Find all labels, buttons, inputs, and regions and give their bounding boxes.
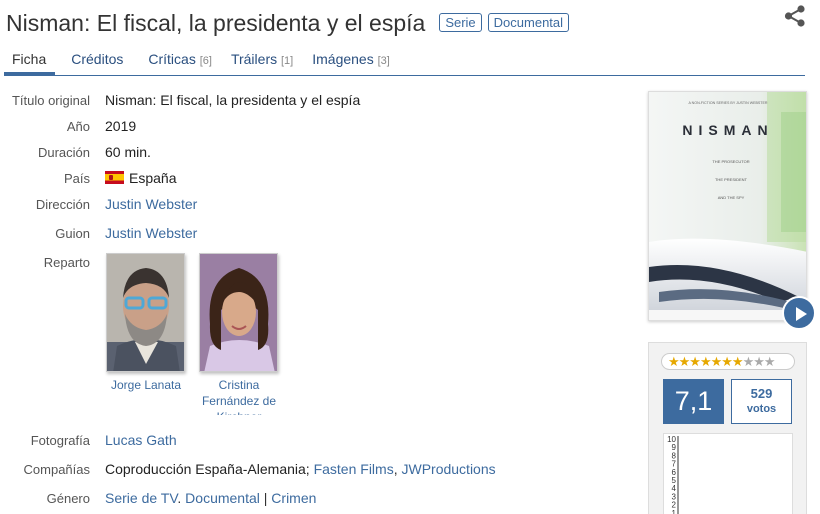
original-title-label: Título original <box>11 93 90 108</box>
share-icon[interactable] <box>784 5 806 27</box>
country-name: España <box>129 170 177 186</box>
histogram-tick-label: 1 <box>672 509 677 514</box>
average-rating: 7,1 <box>663 379 724 424</box>
votes-label: votos <box>746 403 777 415</box>
genre-link-serie-tv[interactable]: Serie de TV <box>105 490 177 506</box>
tab-ficha[interactable]: Ficha <box>4 46 56 75</box>
genre-link-crimen[interactable]: Crimen <box>271 490 316 506</box>
poster-line: THE PROSECUTOR <box>712 159 749 164</box>
stars-filled: ★★★★★★★ <box>668 354 744 369</box>
poster-title: NISMAN <box>682 122 773 138</box>
photography-link[interactable]: Lucas Gath <box>105 432 177 448</box>
genre-link-documental[interactable]: Documental <box>185 490 260 506</box>
photography-label: Fotografía <box>30 433 90 448</box>
type-badge-serie[interactable]: Serie <box>439 12 482 32</box>
original-title-value: Nisman: El fiscal, la presidenta y el es… <box>105 92 361 108</box>
writer-value: Justin Webster <box>105 225 197 241</box>
cast-member-cristina-fernandez[interactable]: Cristina Fernández de Kirchner <box>199 253 279 415</box>
spain-flag-icon <box>105 171 124 184</box>
rating-box: ★★★★★★★★★★ 7,1 529 votos 10 9 8 7 6 5 4 3 2 1 <box>648 342 807 514</box>
tab-bar: Ficha Créditos Críticas [6] Tráilers [1]… <box>4 46 805 76</box>
tab-label: Tráilers <box>230 51 278 67</box>
company-link-fasten-films[interactable]: Fasten Films <box>314 461 394 477</box>
tab-label: Ficha <box>12 51 47 67</box>
actor-portrait-image <box>107 254 184 371</box>
tab-label: Créditos <box>71 51 124 67</box>
country-label: País <box>63 171 90 186</box>
cast-label: Reparto <box>43 255 90 270</box>
duration-label: Duración <box>37 145 90 160</box>
genre-label: Género <box>46 491 90 506</box>
title-row: Nisman: El fiscal, la presidenta y el es… <box>6 8 810 38</box>
year-value: 2019 <box>105 118 137 134</box>
year-label: Año <box>66 119 90 134</box>
separator: | <box>259 490 272 506</box>
companies-intro: Coproducción España-Alemania; <box>105 461 310 477</box>
cast-photo[interactable] <box>106 253 185 372</box>
cast-member-jorge-lanata[interactable]: Jorge Lanata <box>106 253 186 415</box>
poster-line: AND THE SPY <box>718 195 745 200</box>
star-rating[interactable]: ★★★★★★★★★★ <box>661 353 795 370</box>
page-title: Nisman: El fiscal, la presidenta y el es… <box>6 9 426 36</box>
director-value: Justin Webster <box>105 196 197 212</box>
director-label: Dirección <box>35 197 90 212</box>
tab-creditos[interactable]: Créditos <box>63 46 132 75</box>
tab-imagenes[interactable]: Imágenes [3] <box>304 46 399 75</box>
stars-empty: ★★★ <box>742 354 776 369</box>
writer-label: Guion <box>55 226 90 241</box>
poster-top-text: A NON-FICTION SERIES BY JUSTIN WEBSTER <box>688 101 767 105</box>
rating-histogram: 10 9 8 7 6 5 4 3 2 1 <box>663 433 793 514</box>
cast-photo[interactable] <box>199 253 278 372</box>
tab-label: Críticas <box>148 51 196 67</box>
tab-label: Imágenes <box>312 51 374 67</box>
poster-art: A NON-FICTION SERIES BY JUSTIN WEBSTER N… <box>649 92 806 320</box>
separator: . <box>177 490 186 506</box>
play-trailer-button[interactable] <box>782 296 816 330</box>
genre-value: Serie de TV. Documental | Crimen <box>105 490 316 506</box>
tab-count: [3] <box>377 55 390 67</box>
poster-line: THE PRESIDENT <box>715 177 748 182</box>
companies-value: Coproducción España-Alemania; Fasten Fil… <box>105 461 496 477</box>
tab-trailers[interactable]: Tráilers [1] <box>223 46 302 75</box>
histogram-chart: 10987654321 <box>667 435 679 514</box>
photography-value: Lucas Gath <box>105 432 177 448</box>
votes-count: 529 <box>750 386 773 401</box>
duration-value: 60 min. <box>105 144 151 160</box>
company-link-jwproductions[interactable]: JWProductions <box>401 461 495 477</box>
tab-count: [1] <box>281 55 294 67</box>
director-link[interactable]: Justin Webster <box>105 196 197 212</box>
tab-criticas[interactable]: Críticas [6] <box>140 46 221 75</box>
cast-name[interactable]: Jorge Lanata <box>106 377 186 415</box>
companies-label: Compañías <box>23 462 90 477</box>
cast-name[interactable]: Cristina Fernández de Kirchner <box>199 377 279 415</box>
actor-portrait-image <box>200 254 277 371</box>
writer-link[interactable]: Justin Webster <box>105 225 197 241</box>
poster-image[interactable]: A NON-FICTION SERIES BY JUSTIN WEBSTER N… <box>648 91 807 321</box>
tab-count: [6] <box>199 55 212 67</box>
type-badge-documental[interactable]: Documental <box>487 12 570 32</box>
votes-box[interactable]: 529 votos <box>731 379 792 424</box>
country-value: España <box>105 170 176 186</box>
